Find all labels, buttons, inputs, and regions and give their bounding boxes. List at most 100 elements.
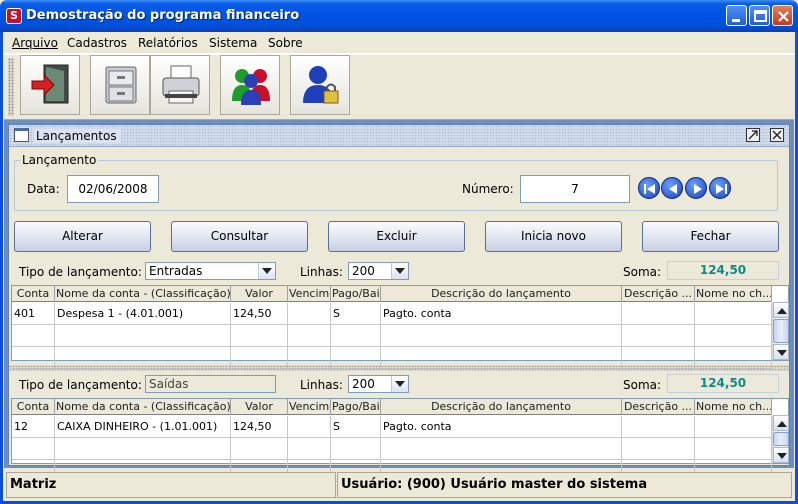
table-cell[interactable]	[288, 438, 331, 460]
scroll-thumb[interactable]	[773, 432, 789, 446]
column-header[interactable]: Nome da conta - (Classificação)	[55, 399, 231, 415]
table-cell[interactable]	[381, 325, 622, 347]
close-button[interactable]	[772, 5, 793, 26]
table-cell[interactable]	[695, 438, 772, 460]
numero-field[interactable]: 7	[520, 175, 630, 203]
column-header[interactable]: Descrição ...	[622, 286, 695, 302]
data-field[interactable]: 02/06/2008	[67, 175, 159, 203]
entradas-tipo-select[interactable]: Entradas	[145, 262, 276, 280]
table-row[interactable]	[12, 438, 772, 460]
table-cell[interactable]: CAIXA DINHEIRO - (1.01.001)	[55, 416, 231, 438]
table-cell[interactable]: Despesa 1 - (4.01.001)	[55, 303, 231, 325]
table-cell[interactable]: 124,50	[231, 416, 288, 438]
scroll-up-button[interactable]	[773, 302, 789, 318]
table-cell[interactable]	[12, 438, 55, 460]
table-row[interactable]: 12 CAIXA DINHEIRO - (1.01.001) 124,50 S Pagt…	[12, 416, 772, 438]
table-cell[interactable]	[288, 303, 331, 325]
alterar-button[interactable]: Alterar	[14, 221, 151, 252]
dropdown-arrow[interactable]	[391, 376, 408, 392]
minimize-button[interactable]	[726, 5, 747, 26]
column-header[interactable]: Vencimento	[288, 286, 331, 302]
vertical-scrollbar[interactable]	[772, 415, 789, 463]
table-cell[interactable]	[695, 416, 772, 438]
table-cell[interactable]	[231, 438, 288, 460]
nav-next-button[interactable]	[685, 177, 707, 199]
table-cell[interactable]	[288, 325, 331, 347]
saidas-linhas-label: Linhas:	[300, 378, 343, 392]
excluir-button[interactable]: Excluir	[328, 221, 465, 252]
table-cell[interactable]	[381, 438, 622, 460]
exit-button[interactable]	[20, 55, 80, 115]
table-cell[interactable]	[55, 438, 231, 460]
entradas-linhas-select[interactable]: 200	[348, 262, 409, 280]
column-header[interactable]: Nome da conta - (Classificação)	[55, 286, 231, 302]
table-cell[interactable]	[695, 325, 772, 347]
table-cell[interactable]	[695, 303, 772, 325]
toolbar-grip[interactable]	[8, 58, 14, 116]
maximize-icon	[754, 10, 767, 22]
next-icon	[694, 184, 702, 194]
table-cell[interactable]: 12	[12, 416, 55, 438]
scroll-up-button[interactable]	[773, 415, 789, 431]
table-cell[interactable]: 401	[12, 303, 55, 325]
column-header[interactable]: Descrição ...	[622, 399, 695, 415]
table-cell[interactable]: Pagto. conta	[381, 303, 622, 325]
column-header[interactable]: Descrição do lançamento	[381, 399, 622, 415]
menu-sobre[interactable]: Sobre	[268, 36, 303, 50]
frame-title-bar[interactable]	[9, 125, 789, 147]
table-cell[interactable]	[55, 325, 231, 347]
table-row[interactable]: 401 Despesa 1 - (4.01.001) 124,50 S Pagto. c…	[12, 303, 772, 325]
column-header[interactable]: Conta	[12, 399, 55, 415]
scroll-down-button[interactable]	[773, 447, 789, 463]
column-header[interactable]: Vencimento	[288, 399, 331, 415]
table-cell[interactable]: S	[331, 416, 381, 438]
table-cell[interactable]	[12, 325, 55, 347]
nav-first-button[interactable]	[638, 177, 660, 199]
menu-cadastros[interactable]: Cadastros	[67, 36, 127, 50]
table-cell[interactable]	[622, 325, 695, 347]
column-header[interactable]: Nome no ch...	[695, 286, 772, 302]
vertical-scrollbar[interactable]	[772, 302, 789, 360]
scroll-thumb[interactable]	[773, 319, 789, 343]
column-header[interactable]: Pago/Baixado	[331, 286, 381, 302]
table-cell[interactable]	[622, 303, 695, 325]
column-header[interactable]: Descrição do lançamento	[381, 286, 622, 302]
table-cell[interactable]	[331, 325, 381, 347]
dropdown-arrow[interactable]	[258, 263, 275, 279]
table-header: Conta Nome da conta - (Classificação) Valo…	[12, 399, 772, 415]
column-header[interactable]: Valor	[231, 286, 288, 302]
dropdown-arrow[interactable]	[391, 263, 408, 279]
menu-arquivo[interactable]: Arquivo	[12, 36, 58, 50]
table-cell[interactable]: Pagto. conta	[381, 416, 622, 438]
column-header[interactable]: Conta	[12, 286, 55, 302]
consultar-button[interactable]: Consultar	[171, 221, 308, 252]
table-cell[interactable]	[231, 325, 288, 347]
print-button[interactable]	[150, 55, 210, 115]
cadastros-button[interactable]	[90, 55, 150, 115]
frame-maximize-button[interactable]	[746, 128, 760, 142]
table-cell[interactable]: 124,50	[231, 303, 288, 325]
maximize-button[interactable]	[749, 5, 770, 26]
frame-close-button[interactable]	[770, 128, 784, 142]
column-header[interactable]: Nome no ch...	[695, 399, 772, 415]
user-lock-button[interactable]	[290, 55, 350, 115]
nav-previous-button[interactable]	[661, 177, 683, 199]
fechar-button[interactable]: Fechar	[642, 221, 779, 252]
table-cell[interactable]	[622, 438, 695, 460]
saidas-linhas-select[interactable]: 200	[348, 375, 409, 393]
split-divider[interactable]	[9, 365, 789, 371]
column-header[interactable]: Valor	[231, 399, 288, 415]
table-row[interactable]	[12, 325, 772, 347]
inicia-novo-button[interactable]: Inicia novo	[485, 221, 622, 252]
menu-relatorios[interactable]: Relatórios	[138, 36, 198, 50]
scroll-down-button[interactable]	[773, 344, 789, 360]
table-cell[interactable]	[622, 416, 695, 438]
table-cell[interactable]: S	[331, 303, 381, 325]
menu-sistema[interactable]: Sistema	[209, 36, 257, 50]
table-cell[interactable]	[288, 416, 331, 438]
table-cell[interactable]	[331, 438, 381, 460]
column-header[interactable]: Pago/Baixado	[331, 399, 381, 415]
nav-last-button[interactable]	[709, 177, 731, 199]
data-label: Data:	[27, 182, 60, 196]
users-button[interactable]	[220, 55, 280, 115]
